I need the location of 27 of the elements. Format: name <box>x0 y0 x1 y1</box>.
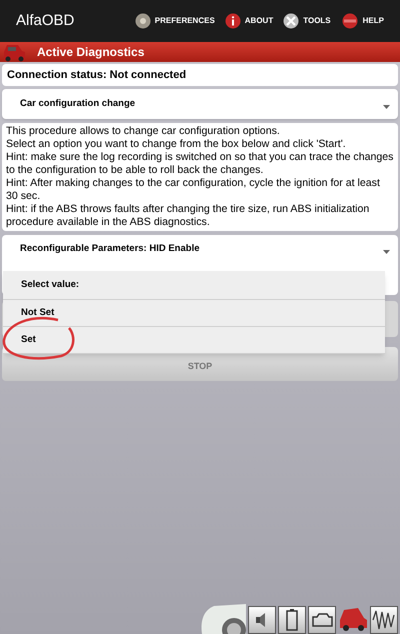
description-text: Hint: if the ABS throws faults after changing the tire size, run ABS initialization procedure available in the ABS diagnostics. <box>6 203 370 229</box>
dropdown-arrow-icon <box>383 250 390 254</box>
description-text: Hint: After making changes to the car configuration, cycle the ignition for at least 30 sec. <box>6 177 381 203</box>
menu-button[interactable]: ABOUT <box>224 13 274 29</box>
app-title: AlfaOBD <box>16 10 74 31</box>
section-title: Active Diagnostics <box>37 44 144 61</box>
parameter-dropdown[interactable]: Reconfigurable Parameters: HID Enable <box>2 235 398 263</box>
connection-status: Connection status: Not connected <box>7 68 186 83</box>
popup-title: Select value: <box>21 278 80 292</box>
battery-icon[interactable] <box>278 606 306 634</box>
procedure-dropdown[interactable]: Car configuration change <box>2 89 398 119</box>
value-option[interactable]: Not Set <box>3 300 385 327</box>
description-text: Select an option you want to change from the box below and click 'Start'. <box>6 138 347 151</box>
menu-button[interactable]: PREFERENCES <box>134 13 215 29</box>
gear-icon <box>134 13 151 29</box>
menu-button[interactable]: TOOLS <box>283 13 331 29</box>
engine-icon[interactable] <box>308 606 336 634</box>
description-text: Hint: make sure the log recording is switched on so that you can trace the changes to the configuration to be able to roll back the changes. <box>6 151 394 177</box>
value-option[interactable]: Set <box>3 327 385 354</box>
tools-icon <box>283 13 300 29</box>
dropdown-arrow-icon <box>383 105 390 109</box>
waveform-icon[interactable] <box>370 606 398 634</box>
car-icon <box>2 42 26 62</box>
menu-button[interactable]: HELP <box>340 13 384 29</box>
info-icon <box>224 13 241 29</box>
speaker-icon[interactable] <box>248 606 276 634</box>
description-text: This procedure allows to change car configuration options. <box>6 125 281 138</box>
